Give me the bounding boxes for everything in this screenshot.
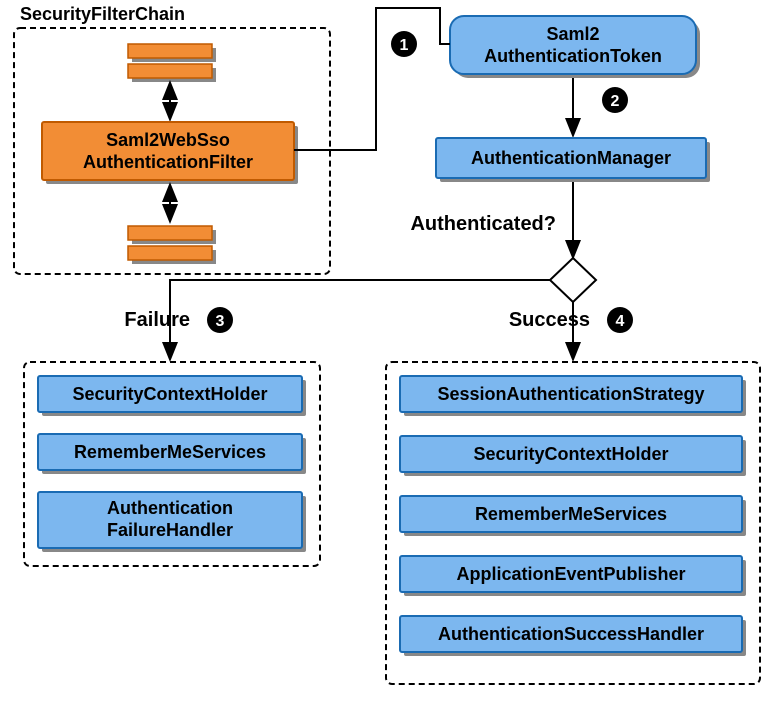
connector-line <box>294 8 450 150</box>
success-box-0: SessionAuthenticationStrategy <box>437 384 704 404</box>
success-box-4: AuthenticationSuccessHandler <box>438 624 704 644</box>
filter-bar-top <box>128 44 216 82</box>
manager-label: AuthenticationManager <box>471 148 671 168</box>
token-line2: AuthenticationToken <box>484 46 662 66</box>
success-box-1: SecurityContextHolder <box>473 444 668 464</box>
svg-text:4: 4 <box>616 313 625 330</box>
manager-box: AuthenticationManager <box>436 138 710 182</box>
failure-box-1: RememberMeServices <box>74 442 266 462</box>
failure-box-0: SecurityContextHolder <box>72 384 267 404</box>
marker-1: 1 <box>391 31 417 57</box>
flow-diagram: SecurityFilterChain Saml2WebSso Authenti… <box>0 0 771 702</box>
svg-text:2: 2 <box>611 93 620 110</box>
marker-2: 2 <box>602 87 628 113</box>
filter-bar-bottom <box>128 226 216 264</box>
svg-text:1: 1 <box>400 37 409 54</box>
success-container: SessionAuthenticationStrategy SecurityCo… <box>386 362 760 684</box>
failure-box-2-l2: FailureHandler <box>107 520 233 540</box>
main-filter-line2: AuthenticationFilter <box>83 152 253 172</box>
failure-container: SecurityContextHolder RememberMeServices… <box>24 362 320 566</box>
filterchain-container: SecurityFilterChain Saml2WebSso Authenti… <box>14 4 330 274</box>
token-box: Saml2 AuthenticationToken <box>450 16 700 78</box>
svg-text:3: 3 <box>216 313 225 330</box>
failure-label: Failure <box>124 309 190 331</box>
success-label: Success <box>509 309 590 331</box>
token-line1: Saml2 <box>546 24 599 44</box>
success-box-3: ApplicationEventPublisher <box>456 564 685 584</box>
decision-diamond-icon <box>550 258 596 302</box>
marker-4: 4 <box>607 307 633 333</box>
failure-box-2-l1: Authentication <box>107 498 233 518</box>
success-box-2: RememberMeServices <box>475 504 667 524</box>
main-filter-line1: Saml2WebSso <box>106 130 230 150</box>
marker-3: 3 <box>207 307 233 333</box>
filterchain-title: SecurityFilterChain <box>20 4 185 24</box>
main-filter-box: Saml2WebSso AuthenticationFilter <box>42 122 298 184</box>
question-label: Authenticated? <box>410 213 556 235</box>
